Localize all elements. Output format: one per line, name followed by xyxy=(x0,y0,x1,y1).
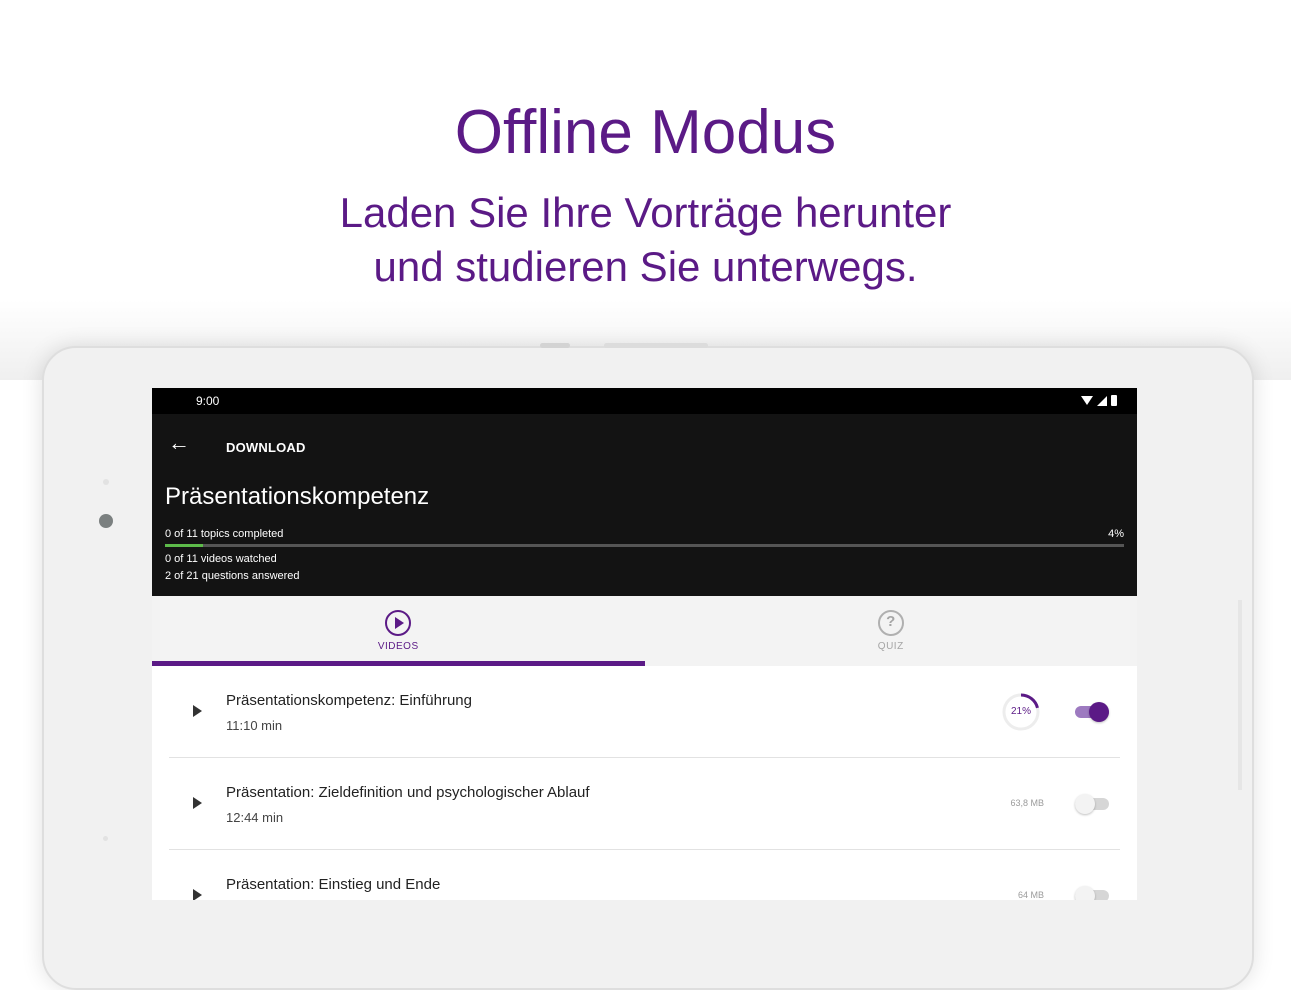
status-time: 9:00 xyxy=(196,394,220,408)
tab-quiz[interactable]: ? QUIZ xyxy=(645,596,1138,666)
download-toggle[interactable] xyxy=(1075,886,1109,900)
list-item[interactable]: Präsentationskompetenz: Einführung 11:10… xyxy=(152,666,1137,758)
course-progress-bar xyxy=(165,544,1124,547)
battery-icon xyxy=(1111,395,1117,406)
tab-quiz-label: QUIZ xyxy=(877,641,904,652)
download-progress-ring: 21% xyxy=(1001,692,1041,732)
hero-subtitle-line2: und studieren Sie unterwegs. xyxy=(373,243,918,290)
videos-watched: 0 of 11 videos watched xyxy=(165,553,277,565)
hero-subtitle-line1: Laden Sie Ihre Vorträge herunter xyxy=(339,189,952,236)
sensor-dot xyxy=(103,836,108,841)
hero-title: Offline Modus xyxy=(454,98,837,167)
status-bar: 9:00 xyxy=(152,388,1137,414)
video-list: Präsentationskompetenz: Einführung 11:10… xyxy=(152,666,1137,900)
wifi-icon xyxy=(1081,396,1093,405)
questions-answered: 2 of 21 questions answered xyxy=(165,570,300,582)
download-progress-label: 21% xyxy=(1010,706,1031,717)
tablet-side-button xyxy=(1238,600,1242,790)
download-toggle[interactable] xyxy=(1075,794,1109,814)
progress-percent: 4% xyxy=(1108,528,1124,540)
video-duration: 12:44 min xyxy=(226,810,284,825)
video-duration: 11:10 min xyxy=(226,718,283,733)
video-title: Präsentationskompetenz: Einführung xyxy=(226,692,472,709)
download-toggle[interactable] xyxy=(1075,702,1109,722)
sensor-dot xyxy=(103,479,109,485)
tab-videos-label: VIDEOS xyxy=(377,641,419,652)
topics-completed: 0 of 11 topics completed xyxy=(165,528,284,540)
back-arrow-icon[interactable]: ← xyxy=(168,430,190,456)
video-title: Präsentation: Zieldefinition und psychol… xyxy=(226,784,590,801)
tablet-button xyxy=(604,343,708,348)
app-bar: ← DOWNLOAD Präsentationskompetenz 0 of 1… xyxy=(152,414,1137,596)
course-progress-fill xyxy=(165,544,204,547)
signal-icon xyxy=(1097,395,1107,406)
tablet-button xyxy=(540,343,570,348)
tab-bar: VIDEOS ? QUIZ xyxy=(152,596,1137,666)
status-icons xyxy=(1081,395,1117,406)
play-icon[interactable] xyxy=(193,797,202,809)
tab-videos[interactable]: VIDEOS xyxy=(152,596,645,666)
file-size: 63,8 MB xyxy=(1010,798,1044,808)
hero-subtitle: Laden Sie Ihre Vorträge herunter und stu… xyxy=(0,186,1291,294)
course-title: Präsentationskompetenz xyxy=(165,483,430,510)
help-circle-icon: ? xyxy=(877,610,904,636)
list-item[interactable]: Präsentation: Zieldefinition und psychol… xyxy=(152,758,1137,850)
appbar-title: DOWNLOAD xyxy=(226,440,306,455)
video-title: Präsentation: Einstieg und Ende xyxy=(226,876,441,893)
app-screen: 9:00 ← DOWNLOAD Präsentationskompetenz 0… xyxy=(152,388,1137,900)
camera-icon xyxy=(99,514,113,528)
play-circle-icon xyxy=(385,610,412,636)
play-icon[interactable] xyxy=(193,705,202,717)
file-size: 64 MB xyxy=(1017,890,1044,900)
list-item[interactable]: Präsentation: Einstieg und Ende 64 MB xyxy=(152,850,1137,900)
play-icon[interactable] xyxy=(193,889,202,900)
